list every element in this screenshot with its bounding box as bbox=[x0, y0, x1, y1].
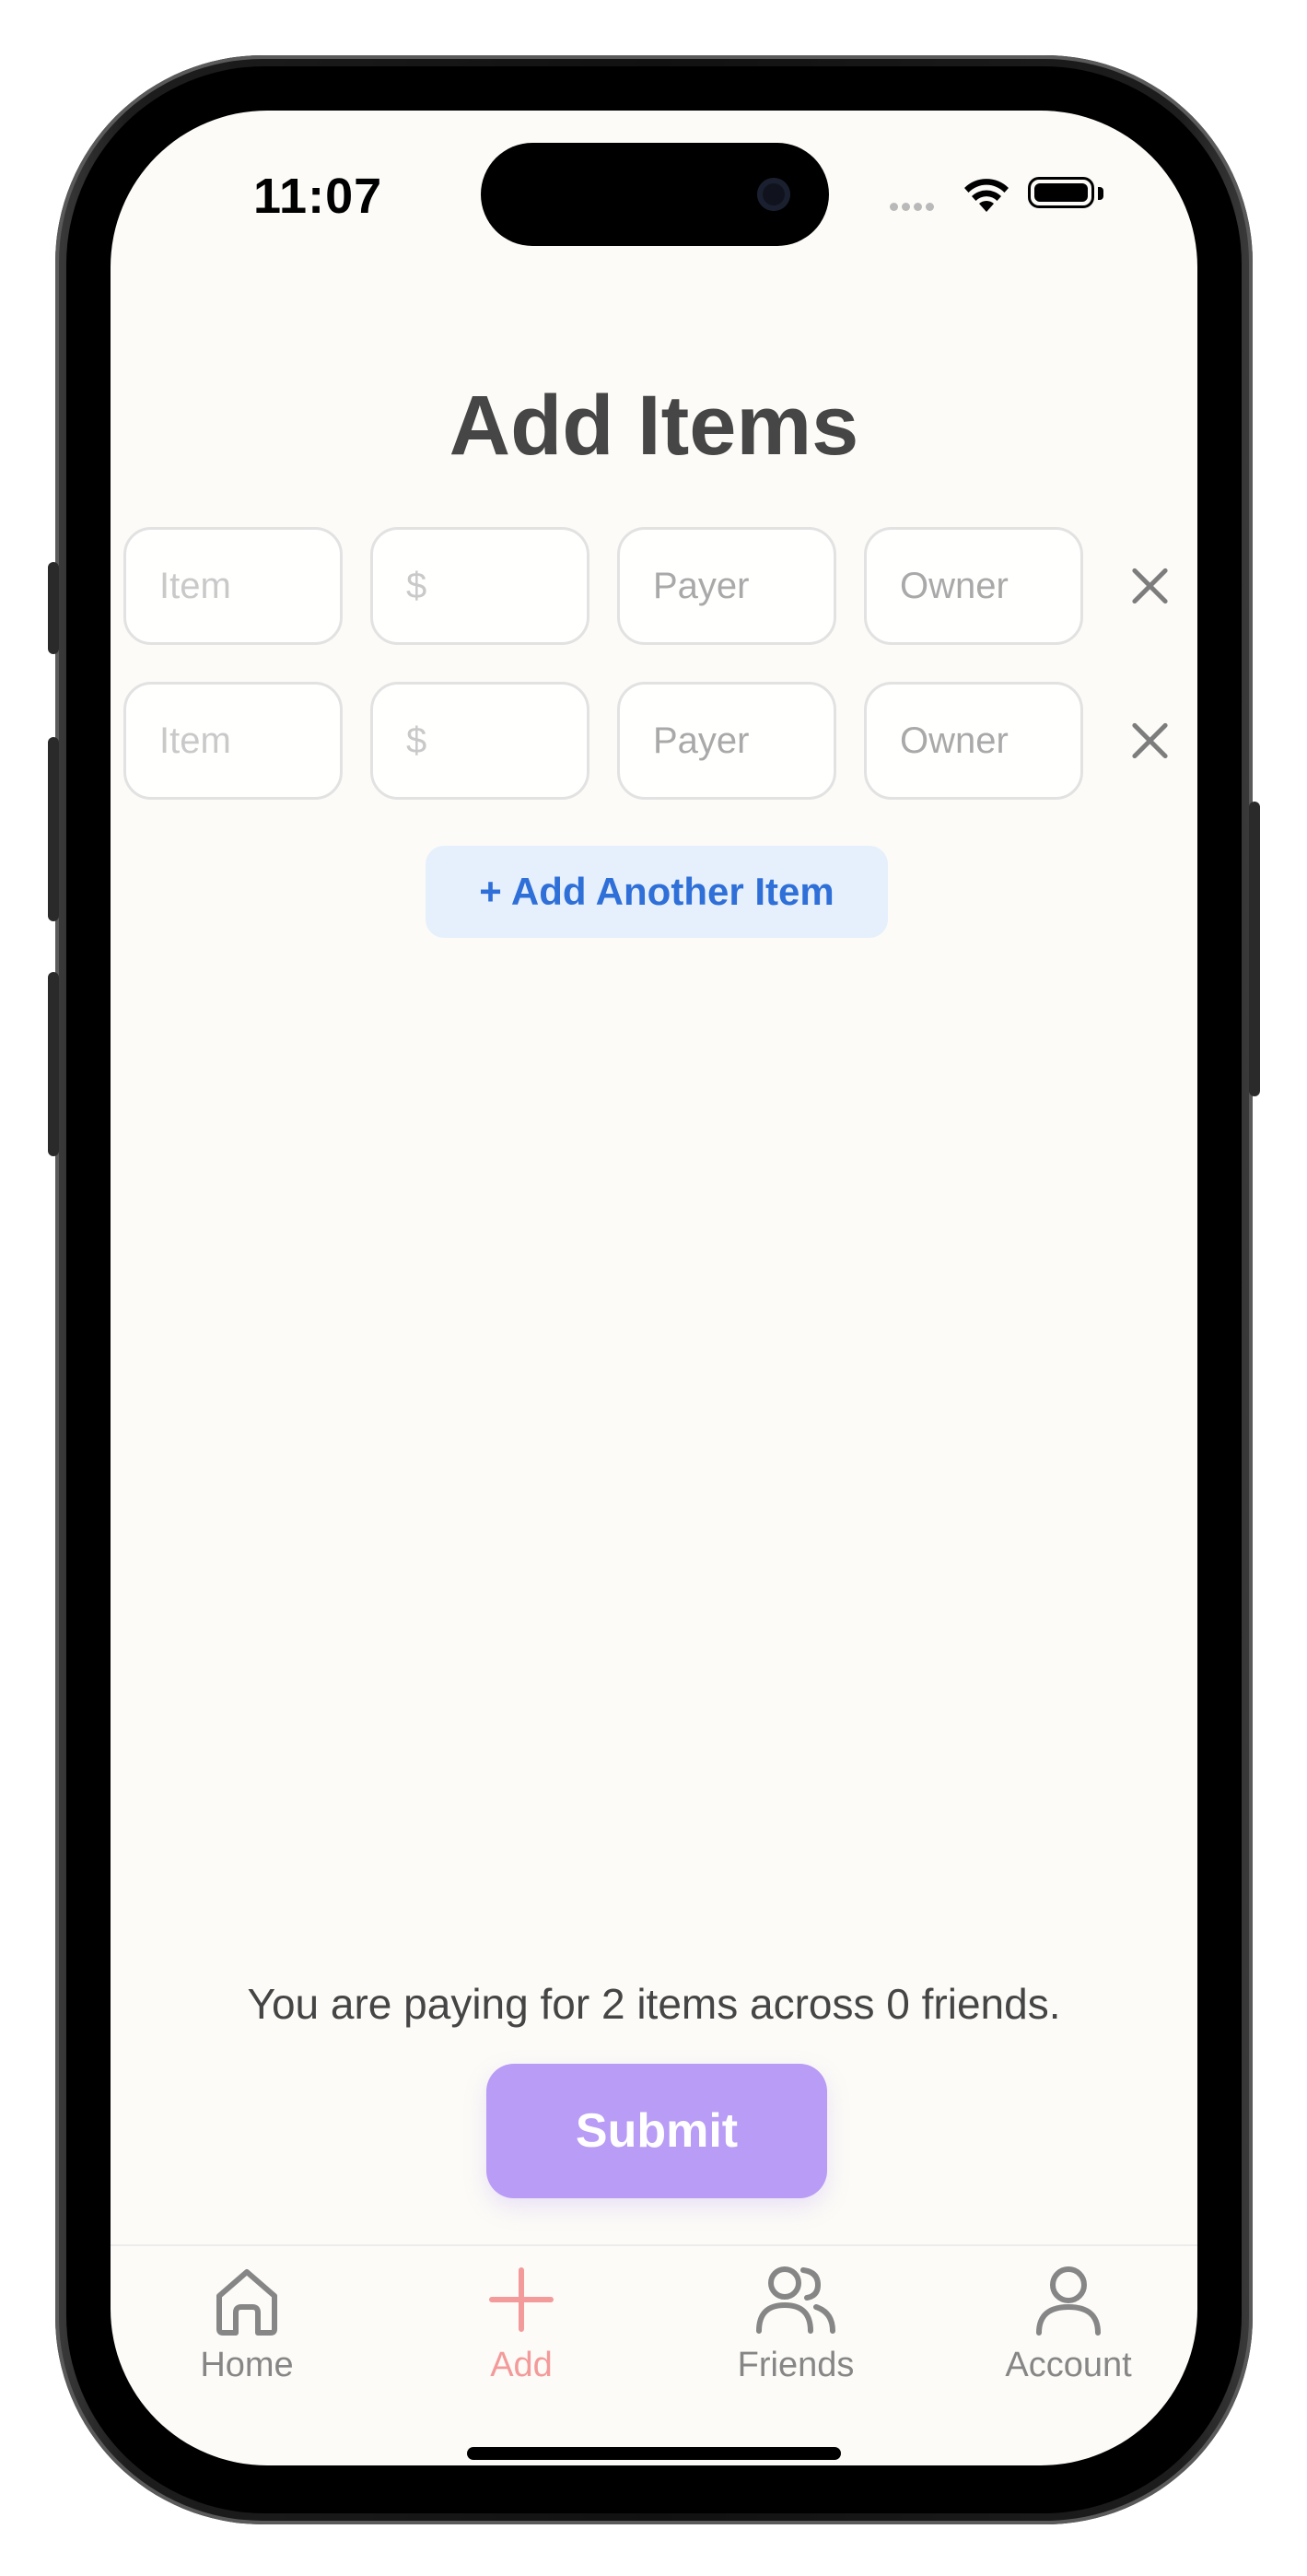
home-icon bbox=[216, 2269, 277, 2336]
plus-icon bbox=[489, 2267, 554, 2332]
power-button bbox=[1249, 802, 1260, 1096]
battery-icon bbox=[1028, 177, 1094, 208]
tab-friends[interactable]: Friends bbox=[694, 2261, 897, 2399]
item-row bbox=[123, 527, 1192, 645]
payer-field[interactable] bbox=[617, 682, 836, 800]
submit-button[interactable]: Submit bbox=[486, 2064, 827, 2198]
app-screen: 11:07 Add Items + Add Another Item You a… bbox=[111, 111, 1197, 2465]
owner-field[interactable] bbox=[864, 682, 1083, 800]
tab-home[interactable]: Home bbox=[146, 2261, 348, 2399]
summary-text: You are paying for 2 items across 0 frie… bbox=[247, 1980, 1061, 2028]
page-title: Add Items bbox=[449, 379, 859, 473]
action-button bbox=[48, 562, 59, 654]
volume-down-button bbox=[48, 972, 59, 1156]
tab-account[interactable]: Account bbox=[967, 2261, 1170, 2399]
wifi-icon bbox=[964, 179, 1009, 212]
status-time: 11:07 bbox=[253, 169, 383, 224]
payer-field[interactable] bbox=[617, 527, 836, 645]
add-another-item-button[interactable]: + Add Another Item bbox=[426, 846, 888, 938]
remove-row-close-icon[interactable] bbox=[1122, 558, 1177, 614]
tab-label: Account bbox=[1005, 2346, 1132, 2384]
tab-label: Friends bbox=[737, 2346, 855, 2384]
tab-label: Home bbox=[200, 2346, 294, 2384]
amount-field[interactable] bbox=[370, 527, 589, 645]
item-name-field[interactable] bbox=[123, 527, 343, 645]
owner-field[interactable] bbox=[864, 527, 1083, 645]
volume-up-button bbox=[48, 737, 59, 921]
tab-label: Add bbox=[490, 2346, 553, 2384]
tab-bar-divider bbox=[111, 2244, 1197, 2246]
dynamic-island bbox=[481, 143, 829, 246]
remove-row-close-icon[interactable] bbox=[1122, 713, 1177, 768]
cellular-signal-icon bbox=[890, 199, 938, 216]
account-icon bbox=[1036, 2266, 1101, 2336]
item-name-field[interactable] bbox=[123, 682, 343, 800]
front-camera-icon bbox=[757, 178, 790, 211]
amount-field[interactable] bbox=[370, 682, 589, 800]
tab-add[interactable]: Add bbox=[420, 2261, 623, 2399]
friends-icon bbox=[756, 2266, 835, 2334]
home-indicator[interactable] bbox=[467, 2447, 841, 2460]
battery-cap bbox=[1098, 187, 1103, 200]
item-row bbox=[123, 682, 1192, 800]
